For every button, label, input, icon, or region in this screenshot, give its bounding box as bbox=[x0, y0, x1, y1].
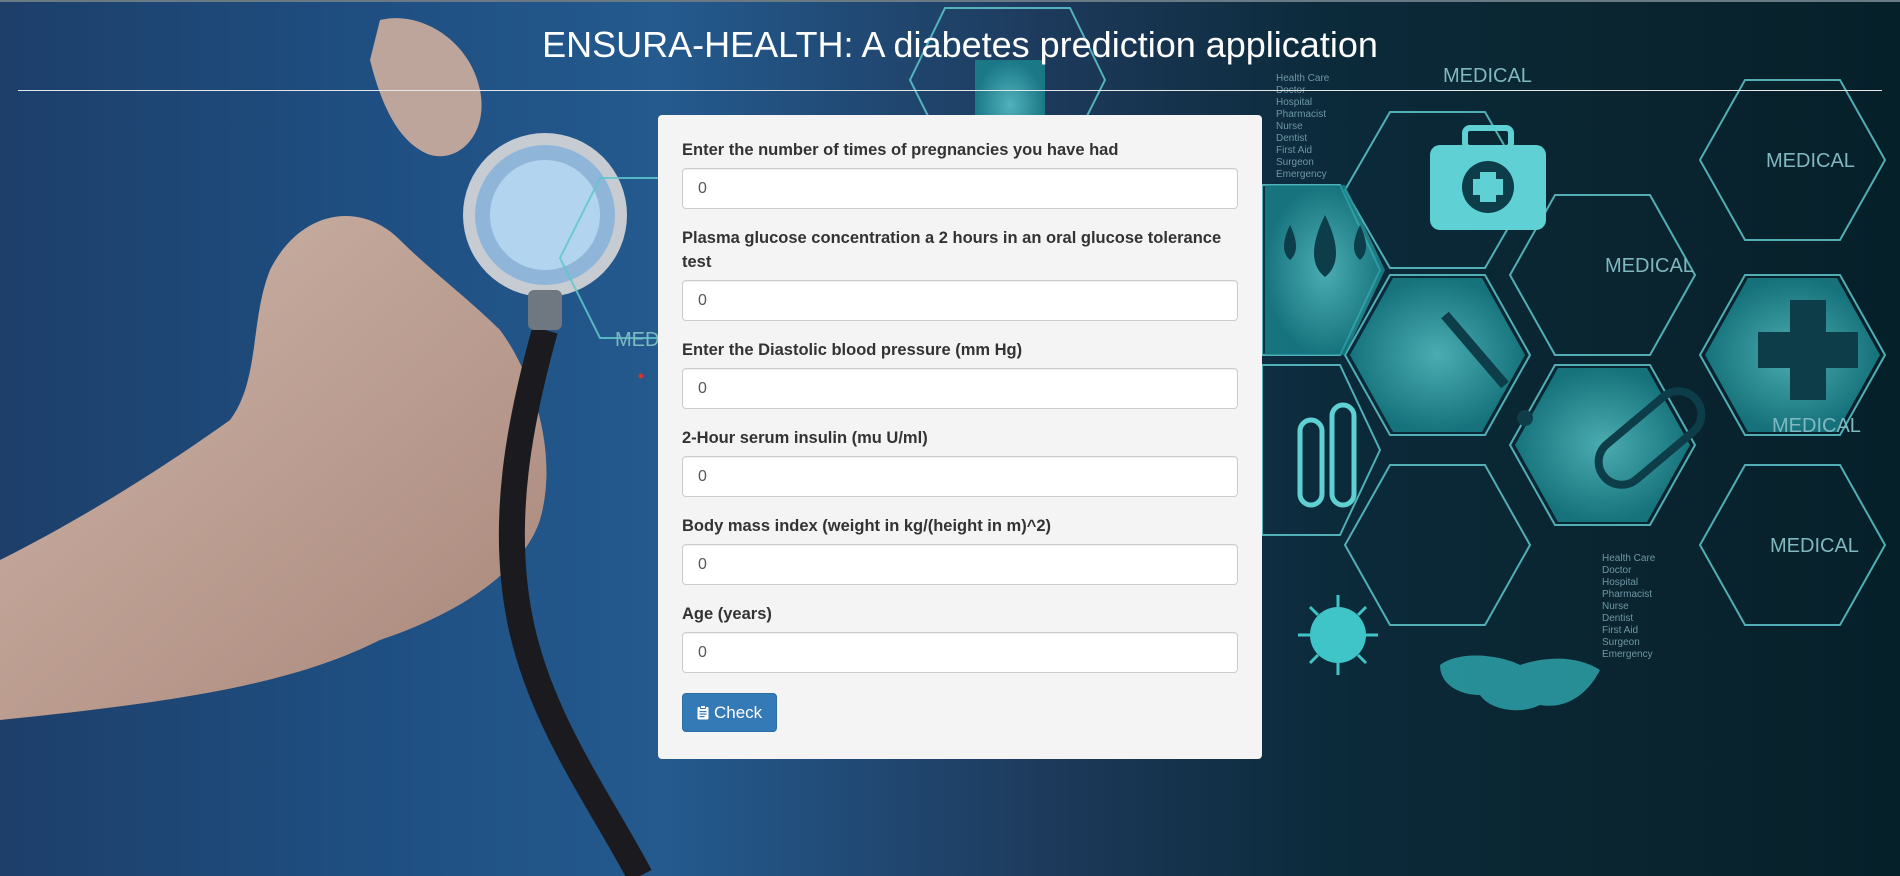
prediction-form: Enter the number of times of pregnancies… bbox=[658, 115, 1262, 759]
pregnancies-field-group: Enter the number of times of pregnancies… bbox=[682, 138, 1238, 209]
hex-label: MEDICAL bbox=[1605, 255, 1694, 277]
age-input[interactable] bbox=[682, 632, 1238, 673]
insulin-label: 2-Hour serum insulin (mu U/ml) bbox=[682, 429, 928, 447]
svg-text:Nurse: Nurse bbox=[1602, 601, 1629, 612]
svg-text:Health Care: Health Care bbox=[1602, 553, 1656, 564]
glucose-label: Plasma glucose concentration a 2 hours i… bbox=[682, 229, 1222, 271]
svg-text:Surgeon: Surgeon bbox=[1602, 637, 1640, 648]
bmi-label: Body mass index (weight in kg/(height in… bbox=[682, 517, 1052, 535]
glucose-input[interactable] bbox=[682, 280, 1238, 321]
insulin-input[interactable] bbox=[682, 456, 1238, 497]
pregnancies-input[interactable] bbox=[682, 168, 1238, 209]
top-border bbox=[0, 0, 1900, 2]
svg-text:Emergency: Emergency bbox=[1602, 649, 1653, 660]
svg-text:Health Care: Health Care bbox=[1276, 73, 1330, 84]
bmi-input[interactable] bbox=[682, 544, 1238, 585]
hex-label: MEDICAL bbox=[1443, 65, 1532, 87]
blood-pressure-label: Enter the Diastolic blood pressure (mm H… bbox=[682, 341, 1023, 359]
insulin-field-group: 2-Hour serum insulin (mu U/ml) bbox=[682, 426, 1238, 497]
hex-label: MEDICAL bbox=[1772, 415, 1861, 437]
svg-text:Pharmacist: Pharmacist bbox=[1276, 109, 1326, 120]
age-label: Age (years) bbox=[682, 605, 772, 623]
svg-text:Emergency: Emergency bbox=[1276, 169, 1327, 180]
page-title: ENSURA-HEALTH: A diabetes prediction app… bbox=[542, 24, 1378, 65]
hex-label-partial: MED bbox=[615, 329, 659, 351]
svg-text:Hospital: Hospital bbox=[1602, 577, 1638, 588]
svg-text:Dentist: Dentist bbox=[1602, 613, 1633, 624]
svg-text:Dentist: Dentist bbox=[1276, 133, 1307, 144]
svg-text:Doctor: Doctor bbox=[1602, 565, 1632, 576]
age-field-group: Age (years) bbox=[682, 602, 1238, 673]
blood-pressure-input[interactable] bbox=[682, 368, 1238, 409]
page: MED MEDICAL MEDICAL MEDICAL MEDICAL MEDI… bbox=[0, 0, 1900, 876]
background-list-bottom: Health Care Doctor Hospital Pharmacist N… bbox=[1602, 553, 1656, 660]
hex-label: MEDICAL bbox=[1770, 535, 1859, 557]
blood-pressure-field-group: Enter the Diastolic blood pressure (mm H… bbox=[682, 338, 1238, 409]
clipboard-icon bbox=[697, 705, 709, 720]
svg-text:Nurse: Nurse bbox=[1276, 121, 1303, 132]
svg-text:Pharmacist: Pharmacist bbox=[1602, 589, 1652, 600]
svg-text:Hospital: Hospital bbox=[1276, 97, 1312, 108]
glucose-field-group: Plasma glucose concentration a 2 hours i… bbox=[682, 226, 1238, 321]
check-button-label: Check bbox=[714, 702, 763, 722]
pregnancies-label: Enter the number of times of pregnancies… bbox=[682, 141, 1119, 159]
hex-label: MEDICAL bbox=[1766, 150, 1855, 172]
svg-text:First Aid: First Aid bbox=[1276, 145, 1312, 156]
svg-text:First Aid: First Aid bbox=[1602, 625, 1638, 636]
title-divider bbox=[18, 90, 1882, 91]
bmi-field-group: Body mass index (weight in kg/(height in… bbox=[682, 514, 1238, 585]
check-button[interactable]: Check bbox=[682, 693, 778, 732]
svg-text:Surgeon: Surgeon bbox=[1276, 157, 1314, 168]
